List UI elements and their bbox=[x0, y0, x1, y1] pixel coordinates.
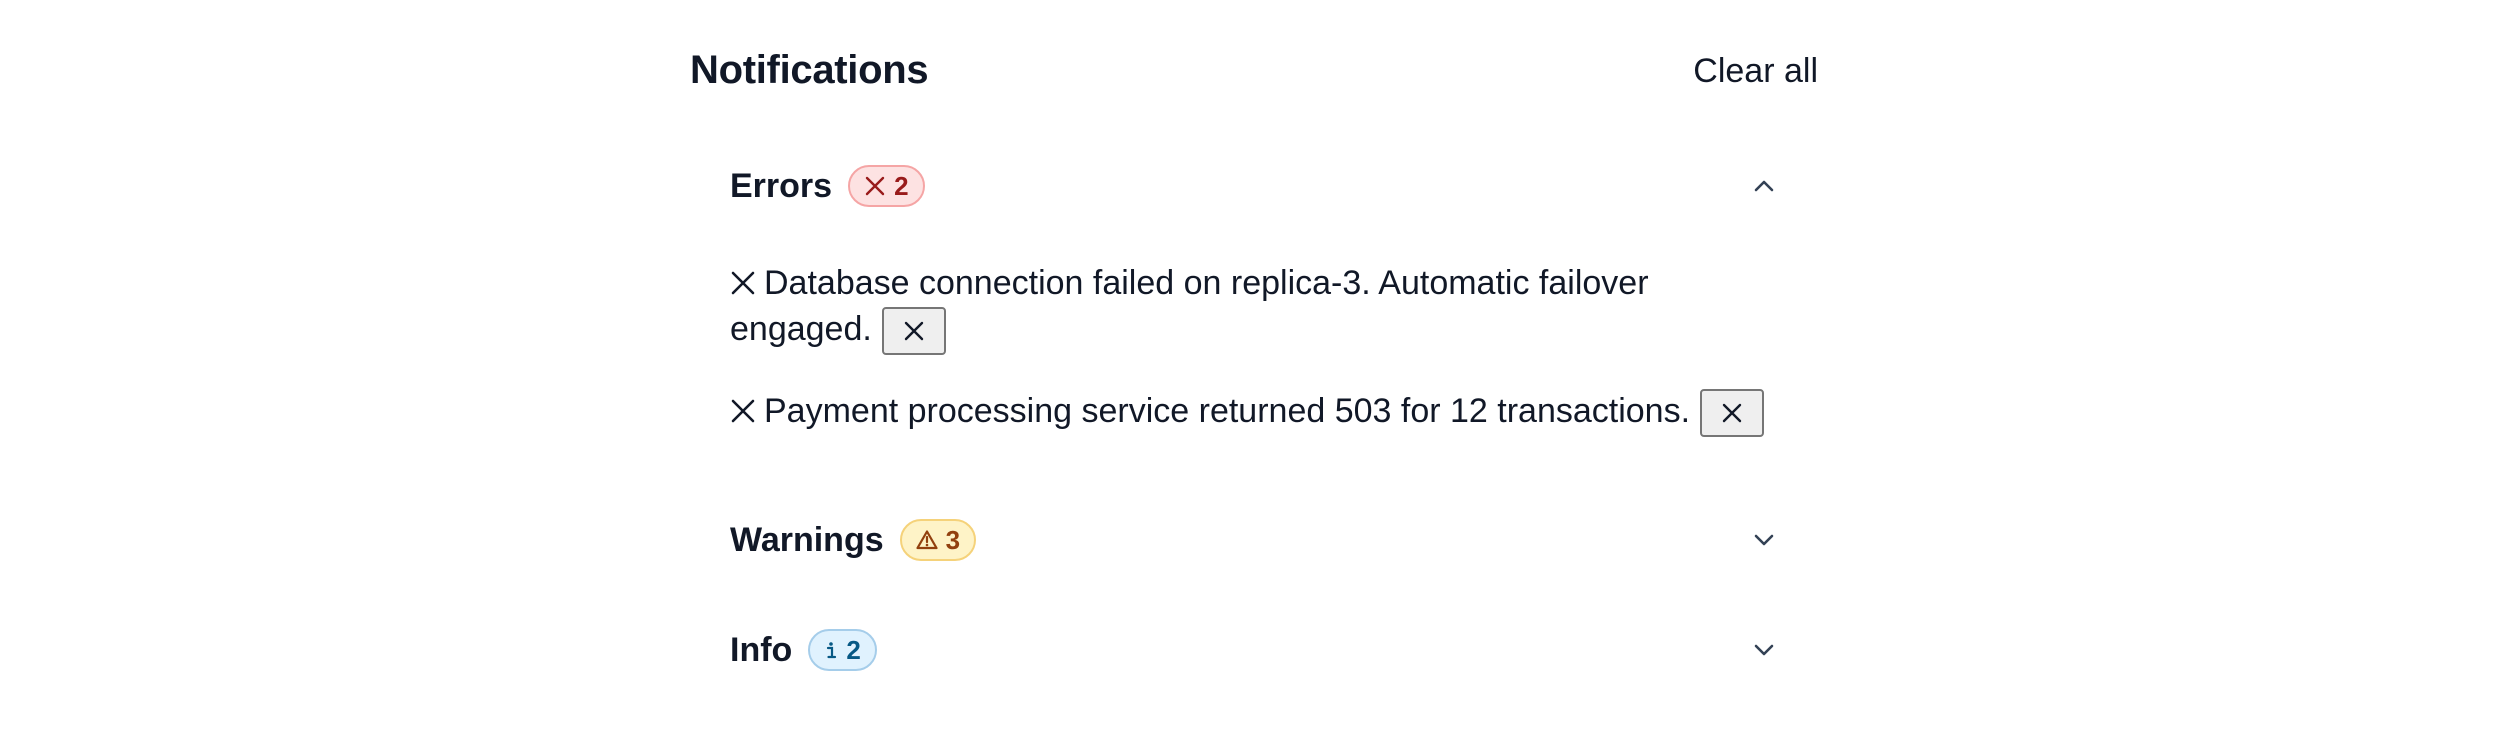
x-icon bbox=[731, 399, 755, 423]
chevron-down-icon[interactable] bbox=[1750, 526, 1778, 554]
notification-item: Payment processing service returned 503 … bbox=[730, 388, 1790, 438]
x-icon bbox=[864, 175, 886, 197]
notification-item: Database connection failed on replica-3.… bbox=[730, 260, 1790, 356]
info-count-badge: 2 bbox=[808, 629, 877, 671]
badge-count: 2 bbox=[894, 170, 909, 201]
chevron-up-icon[interactable] bbox=[1750, 172, 1778, 200]
close-icon bbox=[1722, 403, 1742, 423]
dismiss-button[interactable] bbox=[881, 307, 946, 356]
section-label: Warnings bbox=[730, 520, 884, 559]
notification-text: Database connection failed on replica-3.… bbox=[730, 264, 1649, 348]
section-warnings-header[interactable]: Warnings 3 bbox=[730, 512, 1778, 568]
panel-header: Notifications Clear all bbox=[690, 44, 1818, 100]
badge-count: 3 bbox=[945, 524, 961, 555]
dismiss-button[interactable] bbox=[1700, 389, 1765, 438]
error-count-badge: 2 bbox=[848, 165, 925, 207]
chevron-down-icon[interactable] bbox=[1750, 636, 1778, 664]
warning-count-badge: 3 bbox=[899, 519, 977, 561]
section-label: Info bbox=[730, 630, 793, 669]
section-errors-header[interactable]: Errors 2 bbox=[730, 158, 1778, 214]
notification-text: Payment processing service returned 503 … bbox=[764, 392, 1691, 430]
panel-title: Notifications bbox=[690, 48, 929, 92]
section-info-header[interactable]: Info 2 bbox=[730, 622, 1778, 678]
clear-all-button[interactable]: Clear all bbox=[1693, 52, 1818, 91]
info-icon bbox=[824, 639, 838, 661]
close-icon bbox=[904, 321, 924, 341]
section-label: Errors bbox=[730, 166, 833, 205]
warning-icon bbox=[916, 529, 938, 551]
x-icon bbox=[731, 271, 755, 295]
badge-count: 2 bbox=[846, 634, 861, 665]
